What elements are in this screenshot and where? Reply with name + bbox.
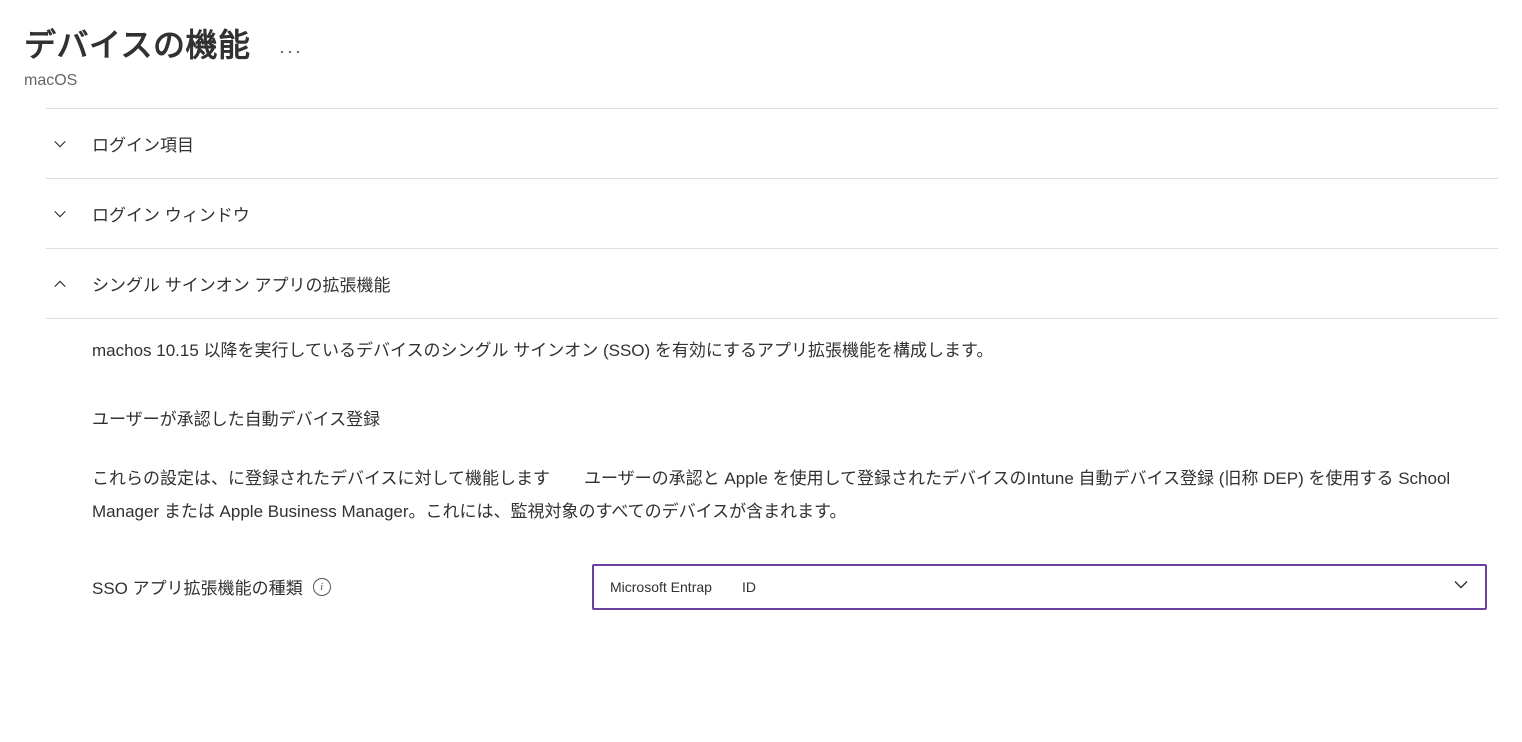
- section-login-items[interactable]: ログイン項目: [46, 108, 1498, 178]
- sso-sub-heading: ユーザーが承認した自動デバイス登録: [92, 406, 1498, 433]
- sso-field-label: SSO アプリ拡張機能の種類 i: [92, 574, 592, 599]
- section-label: ログイン ウィンドウ: [92, 201, 250, 226]
- chevron-up-icon: [46, 277, 74, 291]
- sso-type-select[interactable]: Microsoft Entrap ID: [592, 564, 1487, 610]
- section-body-sso: machos 10.15 以降を実行しているデバイスのシングル サインオン (S…: [46, 318, 1498, 620]
- section-label: ログイン項目: [92, 131, 194, 156]
- sso-paragraph: これらの設定は、に登録されたデバイスに対して機能します ユーザーの承認と App…: [92, 463, 1472, 528]
- select-value-a: Microsoft Entrap: [610, 579, 712, 595]
- select-value-b: ID: [742, 579, 756, 595]
- sso-field-label-text: SSO アプリ拡張機能の種類: [92, 574, 303, 599]
- sso-description: machos 10.15 以降を実行しているデバイスのシングル サインオン (S…: [92, 337, 1498, 364]
- chevron-down-icon: [1453, 576, 1469, 597]
- chevron-down-icon: [46, 137, 74, 151]
- more-options-button[interactable]: ···: [279, 41, 303, 62]
- section-sso-app-extension[interactable]: シングル サインオン アプリの拡張機能: [46, 248, 1498, 318]
- section-login-window[interactable]: ログイン ウィンドウ: [46, 178, 1498, 248]
- info-icon[interactable]: i: [313, 578, 331, 596]
- chevron-down-icon: [46, 207, 74, 221]
- page-subtitle: macOS: [24, 72, 1498, 90]
- page-title: デバイスの機能: [24, 20, 251, 66]
- section-label: シングル サインオン アプリの拡張機能: [92, 271, 390, 296]
